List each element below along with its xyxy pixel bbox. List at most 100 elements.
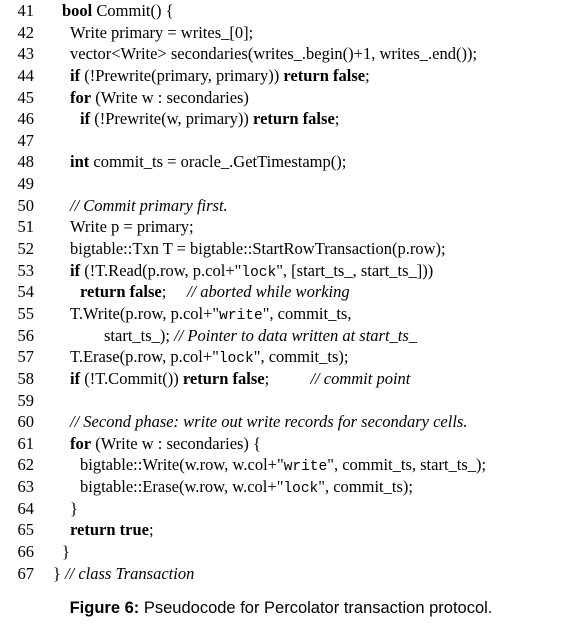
code-text: } <box>70 498 78 520</box>
code-line: 44 if (!Prewrite(primary, primary)) retur… <box>0 65 562 87</box>
keyword: return false <box>80 282 162 302</box>
code-token: ; <box>334 109 340 129</box>
code-text: for (Write w : secondaries) <box>70 87 249 109</box>
code-line: 42 Write primary = writes_[0]; <box>0 22 562 44</box>
line-number: 61 <box>17 433 35 453</box>
code-text: // Commit primary first. <box>70 195 228 217</box>
code-token: ", commit_ts, <box>262 303 352 323</box>
line-number: 63 <box>17 477 35 497</box>
caption-text: Pseudocode for Percolator transaction pr… <box>139 599 493 617</box>
code-line: 56 start_ts_); // Pointer to data written… <box>0 325 562 347</box>
code-token: commit_ts = oracle_.GetTimestamp(); <box>89 152 347 172</box>
code-token: (Write w : secondaries) { <box>91 433 261 453</box>
code-line: 43 vector<Write> secondaries(writes_.begi… <box>0 43 562 65</box>
keyword: return false <box>182 368 265 388</box>
code-token: ", [start_ts_, start_ts_])) <box>276 260 434 280</box>
comment: // class Transaction <box>65 563 195 583</box>
code-token: (!Prewrite(w, primary)) <box>90 109 254 129</box>
code-line: 48 int commit_ts = oracle_.GetTimestamp()… <box>0 151 562 173</box>
code-text: return false; // aborted while working <box>80 281 350 303</box>
code-text: int commit_ts = oracle_.GetTimestamp(); <box>70 151 346 173</box>
keyword: bool <box>62 1 93 20</box>
code-text: vector<Write> secondaries(writes_.begin(… <box>70 43 477 65</box>
code-text: for (Write w : secondaries) { <box>70 433 261 455</box>
code-line: 46 if (!Prewrite(w, primary)) return fals… <box>0 108 562 130</box>
code-line: 55 T.Write(p.row, p.col+"write", commit_t… <box>0 303 562 325</box>
code-token: (!T.Read(p.row, p.col+" <box>80 260 242 280</box>
code-token: bigtable::Txn T = bigtable::StartRowTran… <box>70 239 446 259</box>
keyword: if <box>70 65 81 85</box>
comment: // commit point <box>310 368 411 388</box>
string-literal: lock <box>283 481 319 498</box>
line-number: 58 <box>17 368 35 388</box>
code-token: ", commit_ts); <box>318 477 413 497</box>
line-number: 64 <box>17 498 35 518</box>
code-line: 54 return false; // aborted while working <box>0 281 562 303</box>
code-token: } <box>53 563 66 583</box>
keyword: if <box>70 368 81 388</box>
code-line: 62 bigtable::Write(w.row, w.col+"write", … <box>0 454 562 476</box>
code-token: ; <box>161 282 187 302</box>
line-number: 47 <box>17 130 35 150</box>
code-text: // Second phase: write out write records… <box>70 411 467 433</box>
line-number: 50 <box>17 195 35 215</box>
code-line: 66} <box>0 541 562 563</box>
keyword: return false <box>283 65 366 85</box>
code-line: 59 <box>0 390 562 412</box>
code-token: Write p = primary; <box>70 217 194 237</box>
code-token: bigtable::Write(w.row, w.col+" <box>80 455 284 475</box>
comment: // aborted while working <box>186 282 350 302</box>
code-text: } <box>62 541 70 563</box>
code-text: } // class Transaction <box>53 563 194 585</box>
line-number: 59 <box>17 390 35 410</box>
code-token: ; <box>264 368 311 388</box>
keyword: for <box>70 87 92 107</box>
caption-label: Figure 6: <box>69 599 140 617</box>
code-line: 57 T.Erase(p.row, p.col+"lock", commit_ts… <box>0 346 562 368</box>
code-token: T.Write(p.row, p.col+" <box>70 303 220 323</box>
line-number: 57 <box>17 347 35 367</box>
string-literal: lock <box>218 351 254 368</box>
line-number: 51 <box>17 217 35 237</box>
line-number: 60 <box>17 412 35 432</box>
line-number: 66 <box>17 542 35 562</box>
string-literal: write <box>219 307 263 324</box>
code-listing: 41 bool Commit() {42 Write primary = write… <box>0 0 562 584</box>
code-line: 41 bool Commit() { <box>0 0 562 22</box>
code-line: 50 // Commit primary first. <box>0 195 562 217</box>
code-text: return true; <box>70 519 154 541</box>
line-number: 45 <box>17 87 35 107</box>
code-token: ; <box>148 520 154 540</box>
line-number: 52 <box>17 239 35 259</box>
code-line: 58 if (!T.Commit()) return false; // comm… <box>0 368 562 390</box>
code-token: (!T.Commit()) <box>80 368 183 388</box>
code-text: bigtable::Txn T = bigtable::StartRowTran… <box>70 238 446 260</box>
code-line: 65 return true; <box>0 519 562 541</box>
code-line: 64} <box>0 498 562 520</box>
code-text: if (!Prewrite(primary, primary)) return … <box>70 65 370 87</box>
code-text: bool Commit() { <box>62 0 174 22</box>
string-literal: write <box>283 459 328 476</box>
code-token: } <box>70 498 78 518</box>
keyword: if <box>70 260 81 280</box>
code-text: Write primary = writes_[0]; <box>70 22 253 44</box>
code-line: 60 // Second phase: write out write recor… <box>0 411 562 433</box>
code-token: T.Erase(p.row, p.col+" <box>70 347 219 367</box>
keyword: for <box>70 433 92 453</box>
code-text: if (!T.Commit()) return false; // commit… <box>70 368 410 390</box>
line-number: 54 <box>17 282 35 302</box>
code-token: Commit() { <box>92 1 174 20</box>
code-token: (Write w : secondaries) <box>91 87 249 107</box>
code-line: 49 <box>0 173 562 195</box>
line-number: 42 <box>17 22 35 42</box>
string-literal: lock <box>241 264 277 281</box>
figure-caption: Figure 6: Pseudocode for Percolator tran… <box>0 599 562 618</box>
code-text: start_ts_); // Pointer to data written a… <box>104 325 417 347</box>
code-token: Write primary = writes_[0]; <box>70 22 254 42</box>
keyword: int <box>70 152 90 172</box>
code-token: bigtable::Erase(w.row, w.col+" <box>80 477 284 497</box>
comment: // Commit primary first. <box>70 195 228 215</box>
code-text: if (!Prewrite(w, primary)) return false; <box>80 108 339 130</box>
line-number: 53 <box>17 260 35 280</box>
code-line: 63 bigtable::Erase(w.row, w.col+"lock", c… <box>0 476 562 498</box>
